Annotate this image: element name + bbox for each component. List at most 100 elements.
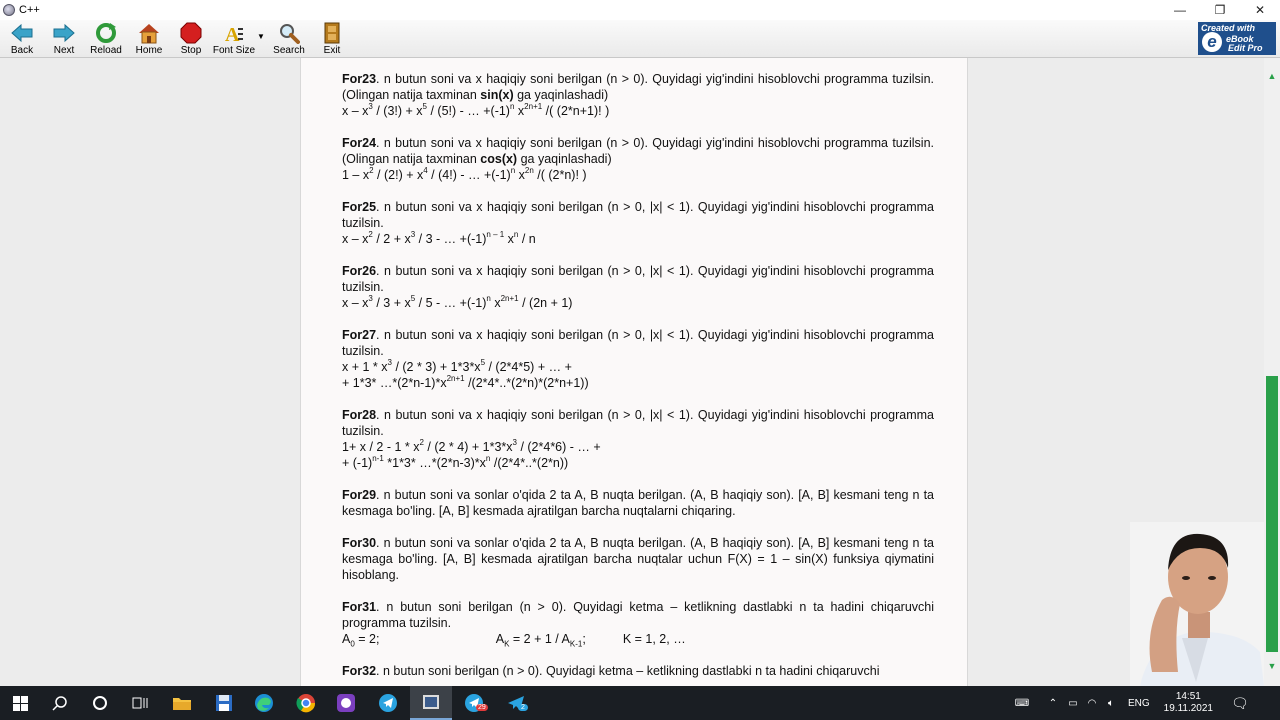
- formula: 1+ x / 2 - 1 * x2 / (2 * 4) + 1*3*x3 / (…: [342, 437, 601, 454]
- reload-icon: [95, 21, 117, 45]
- forward-arrow-icon: [53, 21, 75, 45]
- keyboard-icon[interactable]: ⌨: [1012, 698, 1032, 709]
- task-for26: For26. n butun soni va x haqiqiy soni be…: [342, 264, 934, 310]
- font-size-button[interactable]: A Font Size: [212, 21, 256, 57]
- task-for24: For24. n butun soni va x haqiqiy soni be…: [342, 136, 934, 182]
- formula: + (-1)n-1 *1*3* …*(2*n-3)*xn /(2*4*..*(2…: [342, 453, 569, 470]
- dropdown-triangle-icon: ▼: [257, 32, 265, 41]
- exit-door-icon: [323, 21, 341, 45]
- scroll-down-arrow-icon[interactable]: ▼: [1264, 658, 1280, 674]
- folder-icon: [173, 698, 191, 710]
- formula: x – x2 / 2 + x3 / 3 - … +(-1)n – 1 xn / …: [342, 229, 536, 246]
- stop-icon: [180, 21, 202, 45]
- toolbar: Back Next Reload Home Stop A Font Size ▼: [0, 20, 1280, 58]
- exit-label: Exit: [323, 45, 341, 56]
- task-for23: For23. n butun soni va x haqiqiy soni be…: [342, 72, 934, 118]
- task-for28: For28. n butun soni va x haqiqiy soni be…: [342, 408, 934, 470]
- wifi-icon[interactable]: ◠: [1082, 698, 1102, 709]
- task-for25: For25. n butun soni va x haqiqiy soni be…: [342, 200, 934, 246]
- formula: x – x3 / (3!) + x5 / (5!) - … +(-1)n x2n…: [342, 101, 610, 118]
- search-icon: [52, 696, 67, 711]
- time: 14:51: [1175, 691, 1201, 702]
- task-view-icon: [132, 697, 148, 709]
- back-arrow-icon: [11, 21, 33, 45]
- formula: 1 – x2 / (2!) + x4 / (4!) - … +(-1)n x2n…: [342, 165, 587, 182]
- home-icon: [138, 21, 160, 45]
- document-viewport[interactable]: For23. n butun soni va x haqiqiy soni be…: [0, 58, 1264, 686]
- stop-label: Stop: [180, 45, 202, 56]
- task-for32: For32. n butun soni berilgan (n > 0). Qu…: [342, 664, 880, 678]
- scroll-thumb[interactable]: [1266, 376, 1278, 652]
- back-label: Back: [10, 45, 34, 56]
- start-button[interactable]: [0, 686, 40, 720]
- stop-button[interactable]: Stop: [176, 21, 206, 57]
- search-label: Search: [273, 45, 305, 56]
- notification-badge: 29: [476, 704, 488, 711]
- reload-label: Reload: [90, 45, 122, 56]
- presenter-webcam-image: [1130, 522, 1264, 686]
- notification-center-icon[interactable]: 🗨︎: [1231, 695, 1249, 712]
- title-bar: C++ — ❐ ✕: [0, 0, 1280, 20]
- window-title: C++: [19, 4, 40, 16]
- home-label: Home: [135, 45, 163, 56]
- font-size-icon: A: [223, 21, 245, 45]
- chrome-taskbar-item[interactable]: [286, 686, 326, 720]
- ebook-app-icon: [423, 695, 439, 709]
- close-button[interactable]: ✕: [1240, 0, 1280, 20]
- cortana-button[interactable]: [80, 686, 120, 720]
- next-button[interactable]: Next: [48, 21, 80, 57]
- back-button[interactable]: Back: [6, 21, 38, 57]
- telegram-3-taskbar-item[interactable]: 2: [496, 686, 536, 720]
- chevron-up-icon[interactable]: ⌃: [1042, 698, 1064, 709]
- formula: + 1*3* …*(2*n-1)*x2n+1 /(2*4*..*(2*n)*(2…: [342, 373, 589, 390]
- task-for29: For29. n butun soni va sonlar o'qida 2 t…: [342, 488, 934, 518]
- save-app-taskbar-item[interactable]: [204, 686, 244, 720]
- chrome-browser-icon: [296, 694, 316, 713]
- language-indicator[interactable]: ENG: [1128, 698, 1150, 709]
- telegram-2-taskbar-item[interactable]: 29: [454, 686, 494, 720]
- svg-text:A: A: [225, 24, 240, 44]
- clock[interactable]: 14:51 19.11.2021: [1164, 691, 1213, 715]
- windows-logo-icon: [12, 695, 28, 711]
- windows-taskbar: 29 2 ⌨ ⌃ ▭ ◠ 🔈︎ ENG 14:51 19.11.2021 🗨︎: [0, 686, 1280, 720]
- task-for27: For27. n butun soni va x haqiqiy soni be…: [342, 328, 934, 390]
- next-label: Next: [53, 45, 75, 56]
- task-for31: For31. n butun soni berilgan (n > 0). Qu…: [342, 600, 934, 649]
- github-desktop-icon: [337, 694, 355, 712]
- vertical-scrollbar[interactable]: ▲ ▼: [1264, 58, 1280, 686]
- exit-button[interactable]: Exit: [318, 21, 346, 57]
- search-taskbar-button[interactable]: [40, 686, 80, 720]
- app-icon: [3, 4, 15, 16]
- ebook-app-taskbar-item-active[interactable]: [410, 686, 452, 720]
- edge-browser-icon: [255, 694, 273, 712]
- search-icon: [278, 21, 300, 45]
- home-button[interactable]: Home: [132, 21, 166, 57]
- date: 19.11.2021: [1163, 703, 1213, 714]
- restore-button[interactable]: ❐: [1200, 0, 1240, 20]
- notification-badge: 2: [518, 704, 528, 711]
- reload-button[interactable]: Reload: [88, 21, 124, 57]
- formula: A0 = 2; AK = 2 + 1 / AK-1; K = 1, 2, …: [342, 632, 686, 649]
- ebook-edit-pro-logo: Created with e eBook Edit Pro: [1198, 22, 1276, 55]
- scroll-up-arrow-icon[interactable]: ▲: [1264, 68, 1280, 84]
- telegram-icon: [379, 694, 397, 712]
- ebook-page: For23. n butun soni va x haqiqiy soni be…: [300, 58, 968, 686]
- window-controls: — ❐ ✕: [1160, 0, 1280, 20]
- battery-icon[interactable]: ▭: [1064, 698, 1082, 709]
- font-size-label: Font Size: [212, 45, 256, 56]
- task-view-button[interactable]: [120, 686, 160, 720]
- minimize-button[interactable]: —: [1160, 0, 1200, 20]
- page-content: For23. n butun soni va x haqiqiy soni be…: [342, 71, 934, 686]
- system-tray: ⌨ ⌃ ▭ ◠ 🔈︎ ENG 14:51 19.11.2021 🗨︎: [1012, 686, 1249, 720]
- github-taskbar-item[interactable]: [326, 686, 366, 720]
- formula: x – x3 / 3 + x5 / 5 - … +(-1)n x2n+1 / (…: [342, 293, 573, 310]
- search-button[interactable]: Search: [272, 21, 306, 57]
- formula: x + 1 * x3 / (2 * 3) + 1*3*x5 / (2*4*5) …: [342, 357, 572, 374]
- cortana-circle-icon: [93, 696, 107, 710]
- telegram-taskbar-item[interactable]: [368, 686, 408, 720]
- task-for30: For30. n butun soni va sonlar o'qida 2 t…: [342, 536, 934, 582]
- floppy-disk-icon: [216, 695, 232, 711]
- volume-icon[interactable]: 🔈︎: [1102, 698, 1120, 709]
- file-explorer-taskbar-item[interactable]: [162, 686, 202, 720]
- edge-taskbar-item[interactable]: [244, 686, 284, 720]
